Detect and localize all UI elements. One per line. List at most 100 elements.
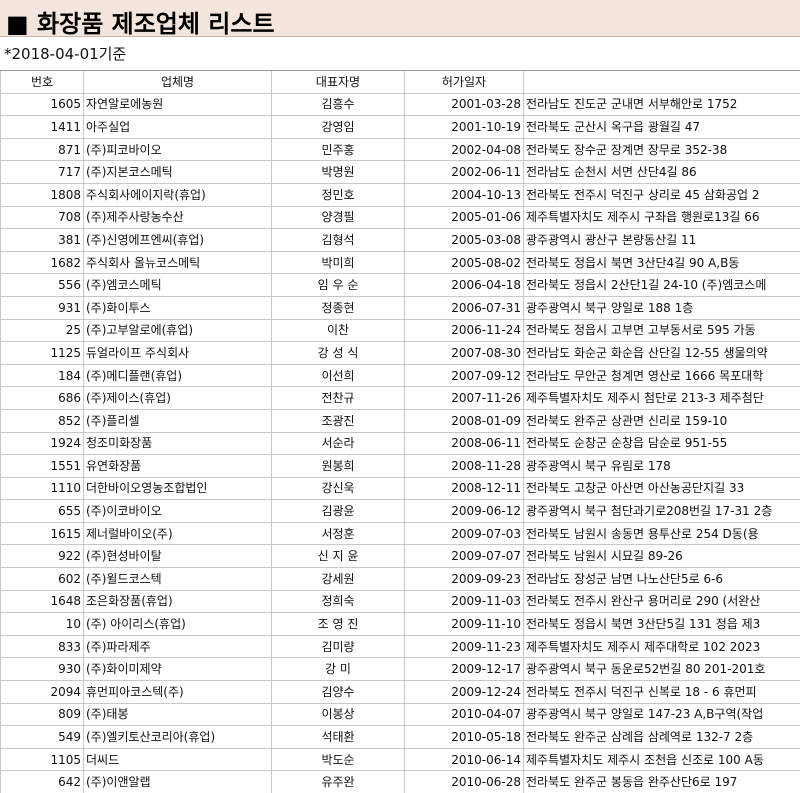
cell-company-name: (주)엠코스메틱 xyxy=(84,274,272,297)
cell-address: 광주광역시 북구 동운로52번길 80 201-201호 xyxy=(524,658,800,681)
cell-representative: 김흥수 xyxy=(272,93,405,116)
cell-permit-date: 2001-03-28 xyxy=(405,93,524,116)
cell-number: 1615 xyxy=(1,522,84,545)
table-row: 184(주)메디플랜(휴업)이선희2007-09-12전라남도 무안군 청계면 … xyxy=(1,364,800,387)
table-row: 1808주식회사에이지락(휴업)정민호2004-10-13전라북도 전주시 덕진… xyxy=(1,183,800,206)
cell-permit-date: 2008-01-09 xyxy=(405,409,524,432)
cell-permit-date: 2002-06-11 xyxy=(405,161,524,184)
cell-number: 642 xyxy=(1,771,84,793)
cell-permit-date: 2004-10-13 xyxy=(405,183,524,206)
cell-address: 전라북도 정읍시 2산단1길 24-10 (주)엠코스메 xyxy=(524,274,800,297)
cell-number: 852 xyxy=(1,409,84,432)
table-header-row: 번호 업체명 대표자명 허가일자 xyxy=(1,71,800,94)
cell-representative: 강 성 식 xyxy=(272,342,405,365)
cell-representative: 강 미 xyxy=(272,658,405,681)
table-row: 655(주)이코바이오김광윤2009-06-12광주광역시 북구 첨단과기로20… xyxy=(1,500,800,523)
cell-number: 1411 xyxy=(1,116,84,139)
cell-number: 931 xyxy=(1,296,84,319)
cell-address: 광주광역시 북구 유림로 178 xyxy=(524,455,800,478)
cell-representative: 임 우 순 xyxy=(272,274,405,297)
cell-address: 전라남도 무안군 청계면 영산로 1666 목포대학 xyxy=(524,364,800,387)
header-address xyxy=(524,71,800,94)
cell-company-name: (주)윌드코스텍 xyxy=(84,568,272,591)
cell-address: 전라북도 고창군 아산면 아산농공단지길 33 xyxy=(524,477,800,500)
cell-number: 381 xyxy=(1,229,84,252)
cell-company-name: (주)이앤알랩 xyxy=(84,771,272,793)
cell-permit-date: 2007-11-26 xyxy=(405,387,524,410)
table-row: 871(주)피코바이오민주홍2002-04-08전라북도 장수군 장계면 장무로… xyxy=(1,138,800,161)
cell-company-name: 제너럴바이오(주) xyxy=(84,522,272,545)
cell-representative: 김광윤 xyxy=(272,500,405,523)
cell-permit-date: 2010-05-18 xyxy=(405,726,524,749)
cell-representative: 강신욱 xyxy=(272,477,405,500)
cell-representative: 박명원 xyxy=(272,161,405,184)
cell-representative: 정종현 xyxy=(272,296,405,319)
cell-number: 708 xyxy=(1,206,84,229)
table-row: 1411아주실업강영임2001-10-19전라북도 군산시 옥구읍 광월길 47 xyxy=(1,116,800,139)
cell-number: 602 xyxy=(1,568,84,591)
cell-company-name: (주)이코바이오 xyxy=(84,500,272,523)
cell-representative: 양경필 xyxy=(272,206,405,229)
header-company-name: 업체명 xyxy=(84,71,272,94)
cell-permit-date: 2008-12-11 xyxy=(405,477,524,500)
cell-representative: 조 영 진 xyxy=(272,613,405,636)
cell-company-name: 아주실업 xyxy=(84,116,272,139)
cell-permit-date: 2010-06-14 xyxy=(405,748,524,771)
cell-number: 930 xyxy=(1,658,84,681)
cell-address: 전라남도 진도군 군내면 서부해안로 1752 xyxy=(524,93,800,116)
cell-number: 1105 xyxy=(1,748,84,771)
cell-permit-date: 2009-11-10 xyxy=(405,613,524,636)
table-row: 25(주)고부알로에(휴업)이찬2006-11-24전라북도 정읍시 고부면 고… xyxy=(1,319,800,342)
cell-company-name: 청조미화장품 xyxy=(84,432,272,455)
cell-permit-date: 2001-10-19 xyxy=(405,116,524,139)
cell-company-name: (주)메디플랜(휴업) xyxy=(84,364,272,387)
cell-permit-date: 2008-06-11 xyxy=(405,432,524,455)
cell-number: 25 xyxy=(1,319,84,342)
cell-representative: 원봉희 xyxy=(272,455,405,478)
table-row: 708(주)제주사랑농수산양경필2005-01-06제주특별자치도 제주시 구좌… xyxy=(1,206,800,229)
cell-number: 871 xyxy=(1,138,84,161)
cell-number: 549 xyxy=(1,726,84,749)
cell-number: 1605 xyxy=(1,93,84,116)
cell-permit-date: 2006-11-24 xyxy=(405,319,524,342)
cell-number: 655 xyxy=(1,500,84,523)
cell-company-name: (주)엘키토산코리아(휴업) xyxy=(84,726,272,749)
cell-company-name: (주)피코바이오 xyxy=(84,138,272,161)
cell-representative: 민주홍 xyxy=(272,138,405,161)
cell-address: 전라북도 남원시 시묘길 89-26 xyxy=(524,545,800,568)
cell-company-name: (주)태봉 xyxy=(84,703,272,726)
cell-permit-date: 2006-04-18 xyxy=(405,274,524,297)
cell-number: 1924 xyxy=(1,432,84,455)
cell-permit-date: 2009-06-12 xyxy=(405,500,524,523)
cell-address: 광주광역시 북구 양일로 147-23 A,B구역(작업 xyxy=(524,703,800,726)
cell-permit-date: 2007-09-12 xyxy=(405,364,524,387)
cell-representative: 신 지 윤 xyxy=(272,545,405,568)
cell-number: 184 xyxy=(1,364,84,387)
cell-address: 전라북도 완주군 봉동읍 완주산단6로 197 xyxy=(524,771,800,793)
cell-representative: 이선희 xyxy=(272,364,405,387)
cell-company-name: 더한바이오영농조합법인 xyxy=(84,477,272,500)
cell-company-name: 더씨드 xyxy=(84,748,272,771)
table-row: 1605자연알로에농원김흥수2001-03-28전라남도 진도군 군내면 서부해… xyxy=(1,93,800,116)
cell-representative: 석태환 xyxy=(272,726,405,749)
table-row: 686(주)제이스(휴업)전찬규2007-11-26제주특별자치도 제주시 첨단… xyxy=(1,387,800,410)
cell-representative: 이봉상 xyxy=(272,703,405,726)
cell-representative: 김미량 xyxy=(272,635,405,658)
header-permit-date: 허가일자 xyxy=(405,71,524,94)
cell-permit-date: 2009-09-23 xyxy=(405,568,524,591)
table-row: 809(주)태봉이봉상2010-04-07광주광역시 북구 양일로 147-23… xyxy=(1,703,800,726)
cell-representative: 박미희 xyxy=(272,251,405,274)
cell-permit-date: 2005-01-06 xyxy=(405,206,524,229)
cell-company-name: (주)제이스(휴업) xyxy=(84,387,272,410)
cell-representative: 서순라 xyxy=(272,432,405,455)
cell-permit-date: 2009-11-03 xyxy=(405,590,524,613)
cell-permit-date: 2009-12-17 xyxy=(405,658,524,681)
table-row: 549(주)엘키토산코리아(휴업)석태환2010-05-18전라북도 완주군 삼… xyxy=(1,726,800,749)
cell-address: 전라북도 전주시 완산구 용머리로 290 (서완산 xyxy=(524,590,800,613)
manufacturer-table: 번호 업체명 대표자명 허가일자 1605자연알로에농원김흥수2001-03-2… xyxy=(0,70,800,793)
date-note: *2018-04-01기준 xyxy=(4,43,126,64)
title-bar: ■ 화장품 제조업체 리스트 xyxy=(0,0,800,37)
cell-representative: 김형석 xyxy=(272,229,405,252)
cell-company-name: 조은화장품(휴업) xyxy=(84,590,272,613)
cell-address: 전라북도 장수군 장계면 장무로 352-38 xyxy=(524,138,800,161)
